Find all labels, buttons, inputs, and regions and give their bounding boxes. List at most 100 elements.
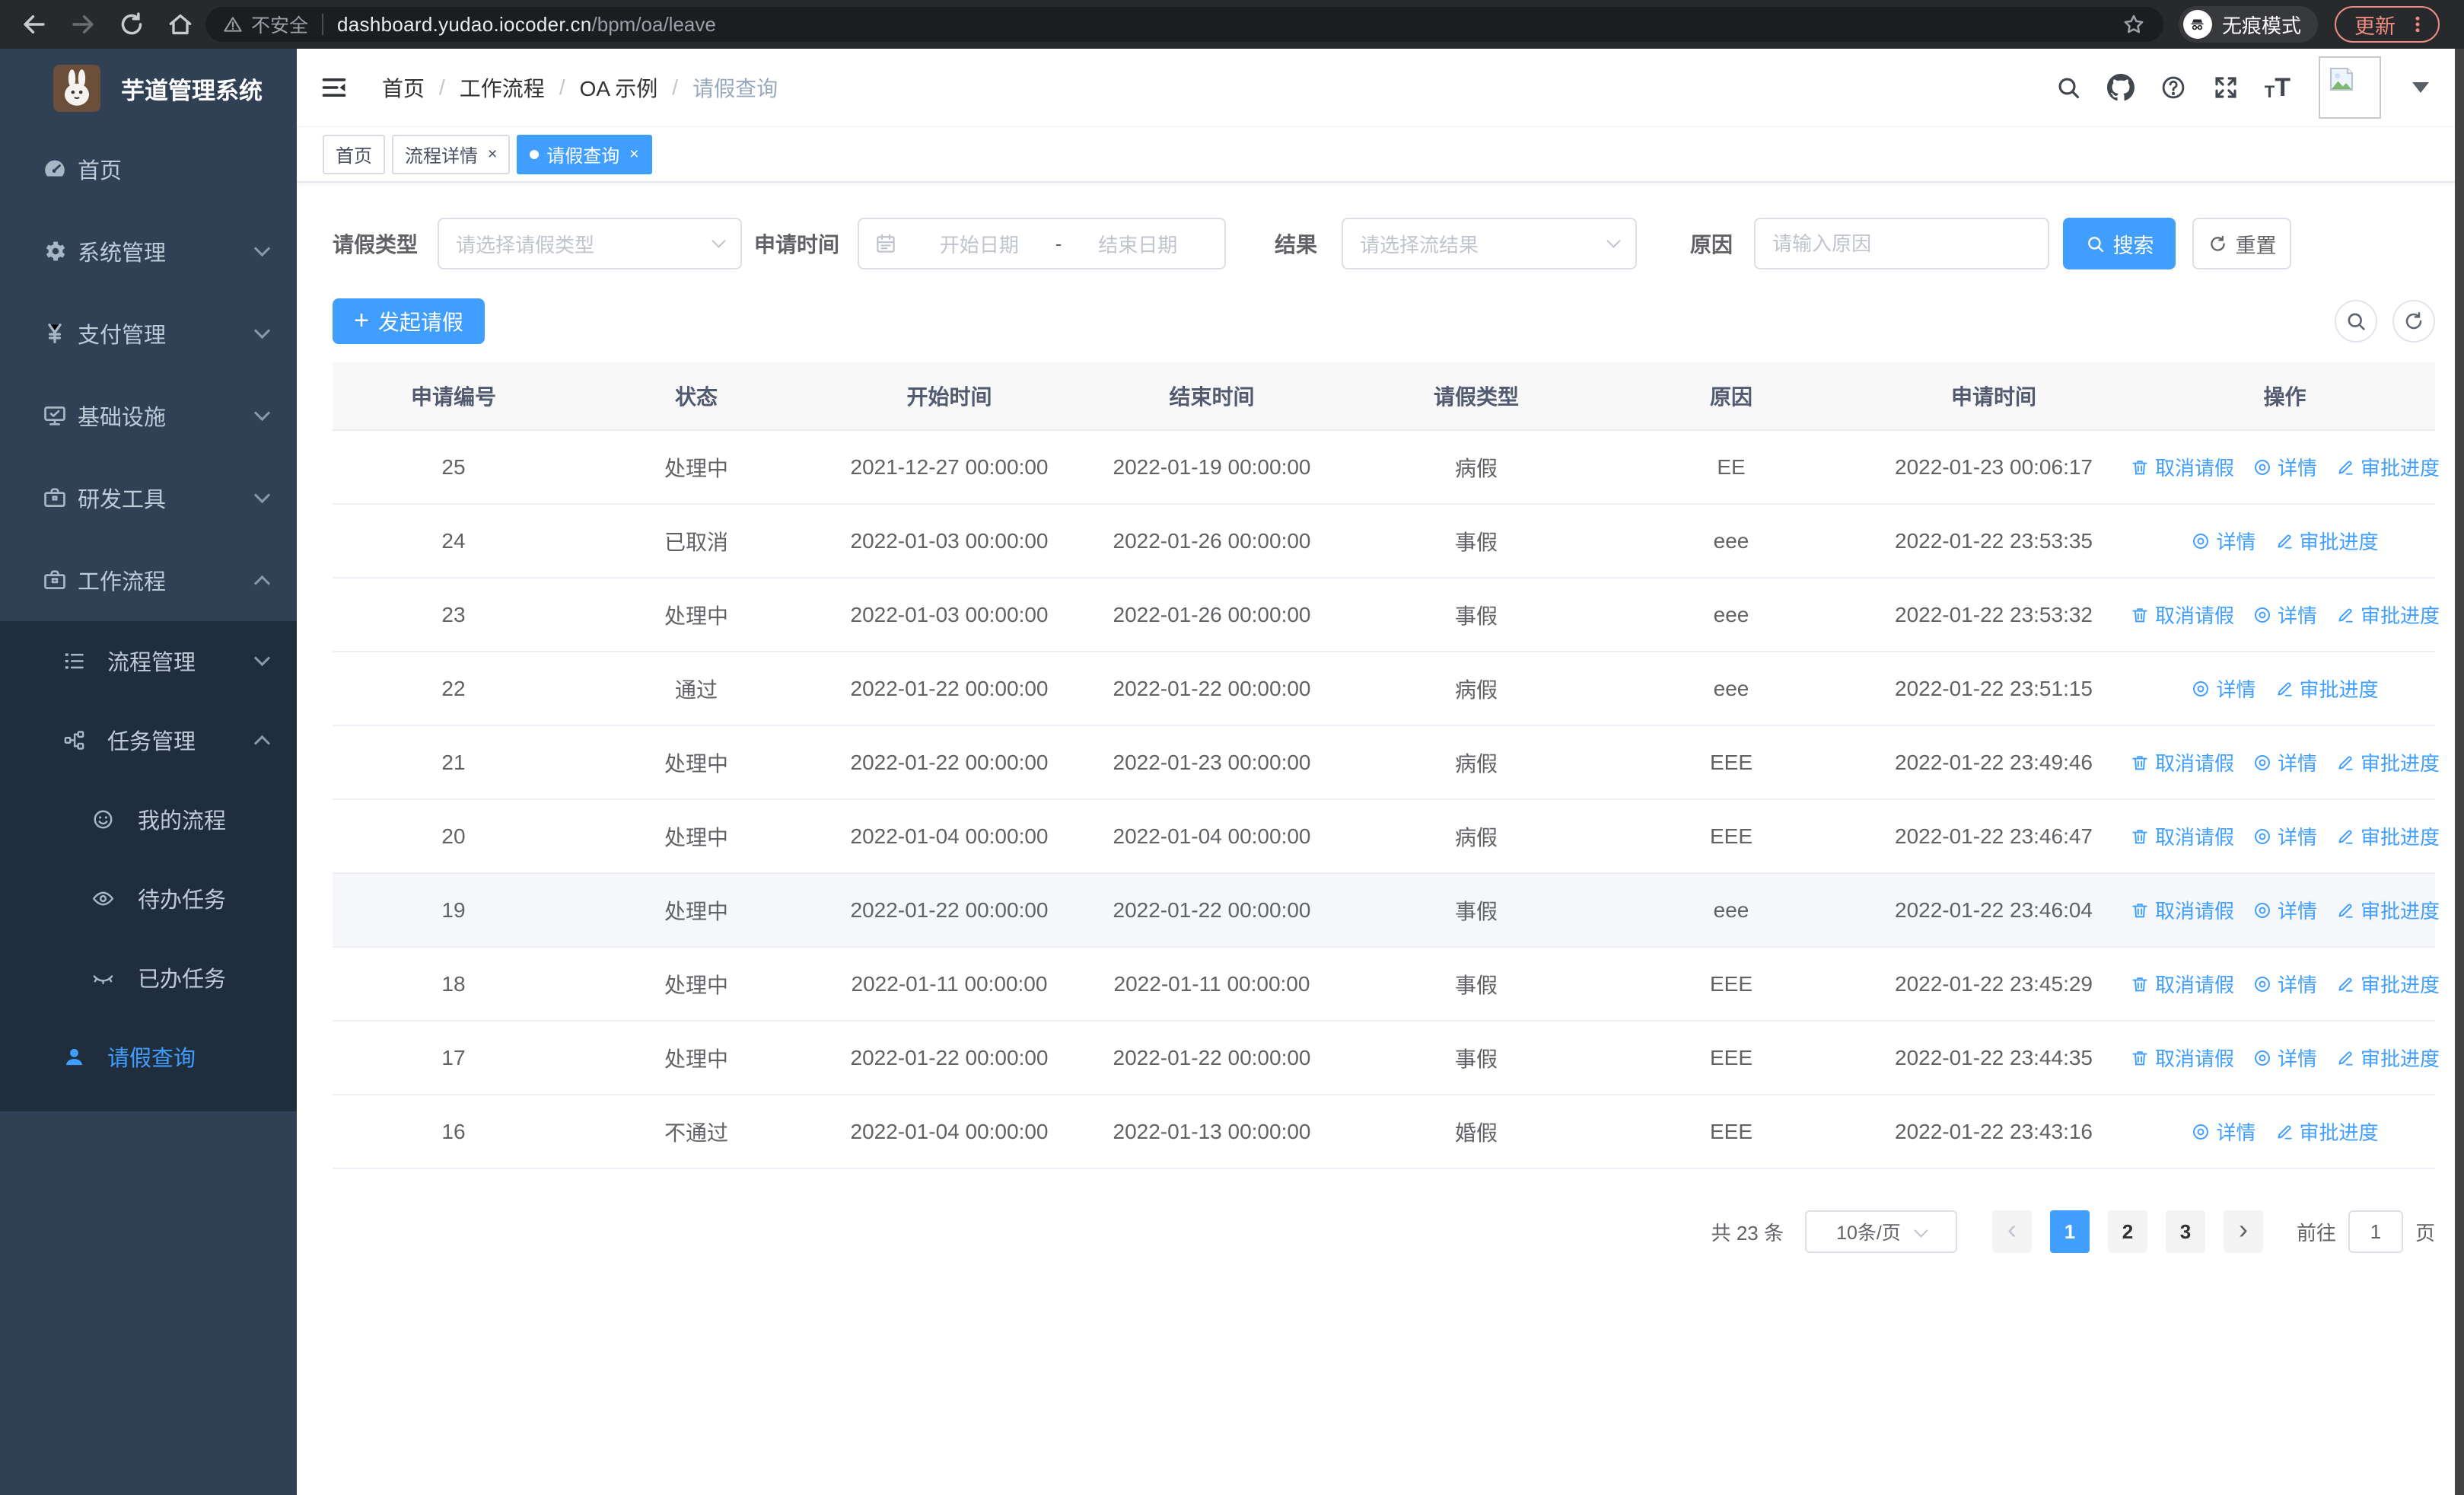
- sidebar-item-workflow[interactable]: 工作流程: [0, 539, 297, 621]
- tab-process-detail[interactable]: 流程详情 ×: [392, 134, 511, 174]
- apply-time-range-picker[interactable]: 开始日期 - 结束日期: [858, 218, 1227, 269]
- chevron-up-icon: [253, 735, 271, 751]
- row-actions: 取消请假 详情 审批进度: [2132, 822, 2440, 850]
- sidebar-item-my-process[interactable]: 我的流程: [0, 779, 297, 859]
- close-icon[interactable]: ×: [629, 145, 638, 164]
- breadcrumb-item[interactable]: 首页: [382, 72, 425, 103]
- font-size-icon[interactable]: TT: [2265, 75, 2291, 100]
- table-cell: 处理中: [664, 456, 728, 480]
- cancel-leave-link[interactable]: 取消请假: [2130, 896, 2234, 924]
- pen-icon: [2335, 827, 2355, 846]
- leave-type-select[interactable]: 请选择请假类型: [438, 218, 743, 269]
- back-icon[interactable]: [20, 10, 49, 39]
- cancel-leave-link[interactable]: 取消请假: [2130, 601, 2234, 629]
- sidebar-item-task-mgmt[interactable]: 任务管理: [0, 700, 297, 779]
- trash-icon: [2130, 753, 2150, 773]
- approval-progress-link[interactable]: 审批进度: [2335, 453, 2440, 481]
- approval-progress-link[interactable]: 审批进度: [2335, 822, 2440, 850]
- approval-progress-link[interactable]: 审批进度: [2335, 601, 2440, 629]
- caret-down-icon[interactable]: [2412, 82, 2429, 93]
- detail-link[interactable]: 详情: [2252, 748, 2317, 776]
- sidebar-item-payment[interactable]: 支付管理: [0, 292, 297, 375]
- table-row: 19 处理中 2022-01-22 00:00:00 2022-01-22 00:00…: [333, 874, 2440, 948]
- goto-page-input[interactable]: [2348, 1210, 2403, 1253]
- sidebar-item-done-tasks[interactable]: 已办任务: [0, 938, 297, 1017]
- detail-link[interactable]: 详情: [2252, 970, 2317, 998]
- sidebar-item-home[interactable]: 首页: [0, 128, 297, 210]
- security-label[interactable]: 不安全: [251, 11, 308, 38]
- home-icon[interactable]: [166, 10, 195, 39]
- close-icon[interactable]: ×: [488, 145, 497, 164]
- approval-progress-link[interactable]: 审批进度: [2275, 1117, 2379, 1146]
- start-date-placeholder[interactable]: 开始日期: [908, 230, 1051, 258]
- help-icon[interactable]: [2160, 74, 2187, 101]
- toolbar: + 发起请假: [333, 298, 2435, 344]
- address-bar[interactable]: 不安全 dashboard.yudao.iocoder.cn /bpm/oa/l…: [205, 7, 2163, 42]
- sidebar-item-label: 基础设施: [78, 406, 167, 430]
- search-icon[interactable]: [2055, 74, 2082, 101]
- page-button-3[interactable]: 3: [2165, 1210, 2205, 1253]
- sidebar-item-system[interactable]: 系统管理: [0, 210, 297, 292]
- breadcrumb-item[interactable]: OA 示例: [580, 72, 658, 103]
- detail-link[interactable]: 详情: [2191, 527, 2256, 555]
- navbar: 首页 / 工作流程 / OA 示例 / 请假查询 TT: [297, 49, 2464, 126]
- next-page-button[interactable]: ›: [2223, 1210, 2263, 1253]
- cancel-leave-link[interactable]: 取消请假: [2130, 1044, 2234, 1072]
- page-button-1[interactable]: 1: [2049, 1210, 2090, 1253]
- bookmark-star-icon[interactable]: [2121, 11, 2147, 37]
- avatar[interactable]: [2319, 56, 2381, 119]
- logo[interactable]: 芋道管理系统: [0, 49, 297, 128]
- detail-link[interactable]: 详情: [2191, 1117, 2256, 1146]
- detail-link[interactable]: 详情: [2252, 896, 2317, 924]
- breadcrumb-item[interactable]: 工作流程: [460, 72, 545, 103]
- browser-update-button[interactable]: 更新: [2335, 6, 2440, 43]
- detail-link[interactable]: 详情: [2252, 601, 2317, 629]
- detail-link[interactable]: 详情: [2252, 1044, 2317, 1072]
- approval-progress-link[interactable]: 审批进度: [2335, 896, 2440, 924]
- sidebar-item-process-mgmt[interactable]: 流程管理: [0, 621, 297, 700]
- browser-menu-icon[interactable]: [2408, 14, 2427, 34]
- cancel-leave-link[interactable]: 取消请假: [2130, 822, 2234, 850]
- cancel-leave-link[interactable]: 取消请假: [2130, 748, 2234, 776]
- sidebar-item-infrastructure[interactable]: 基础设施: [0, 375, 297, 457]
- sidebar-item-dev-tools[interactable]: 研发工具: [0, 457, 297, 539]
- column-header: 申请编号: [410, 385, 496, 409]
- show-search-button[interactable]: [2335, 300, 2377, 343]
- create-leave-button[interactable]: + 发起请假: [333, 298, 485, 344]
- table-cell: 2022-01-04 00:00:00: [850, 824, 1049, 848]
- approval-progress-link[interactable]: 审批进度: [2275, 527, 2379, 555]
- table-cell: 2022-01-22 00:00:00: [1113, 1045, 1311, 1069]
- approval-progress-link[interactable]: 审批进度: [2275, 674, 2379, 703]
- sidebar-item-todo-tasks[interactable]: 待办任务: [0, 859, 297, 938]
- tab-home[interactable]: 首页: [323, 134, 385, 174]
- approval-progress-link[interactable]: 审批进度: [2335, 748, 2440, 776]
- table-cell: 不通过: [664, 1120, 728, 1145]
- cancel-leave-link[interactable]: 取消请假: [2130, 970, 2234, 998]
- hamburger-icon[interactable]: [318, 74, 350, 101]
- reason-input[interactable]: [1754, 218, 2050, 269]
- detail-link[interactable]: 详情: [2191, 674, 2256, 703]
- approval-progress-link[interactable]: 审批进度: [2335, 970, 2440, 998]
- result-select[interactable]: 请选择流结果: [1342, 218, 1638, 269]
- forward-icon[interactable]: [68, 10, 97, 39]
- github-icon[interactable]: [2106, 74, 2135, 101]
- cancel-leave-link[interactable]: 取消请假: [2130, 453, 2234, 481]
- refresh-table-button[interactable]: [2392, 300, 2435, 343]
- page-size-select[interactable]: 10条/页: [1804, 1210, 1957, 1253]
- search-button[interactable]: 搜索: [2063, 218, 2176, 269]
- detail-link[interactable]: 详情: [2252, 822, 2317, 850]
- prev-page-button[interactable]: ‹: [1991, 1210, 2032, 1253]
- page-scrollbar[interactable]: [2455, 49, 2464, 1495]
- end-date-placeholder[interactable]: 结束日期: [1066, 230, 1209, 258]
- table-row: 18 处理中 2022-01-11 00:00:00 2022-01-11 00:00…: [333, 948, 2440, 1022]
- column-header: 请假类型: [1433, 385, 1519, 409]
- sidebar-item-leave-query[interactable]: 请假查询: [0, 1017, 297, 1096]
- fullscreen-icon[interactable]: [2212, 74, 2240, 101]
- reset-button[interactable]: 重置: [2192, 218, 2292, 269]
- approval-progress-link[interactable]: 审批进度: [2335, 1044, 2440, 1072]
- refresh-icon: [2208, 234, 2228, 254]
- detail-link[interactable]: 详情: [2252, 453, 2317, 481]
- reload-icon[interactable]: [117, 10, 146, 39]
- tab-leave-query[interactable]: 请假查询 ×: [517, 134, 652, 174]
- page-button-2[interactable]: 2: [2107, 1210, 2147, 1253]
